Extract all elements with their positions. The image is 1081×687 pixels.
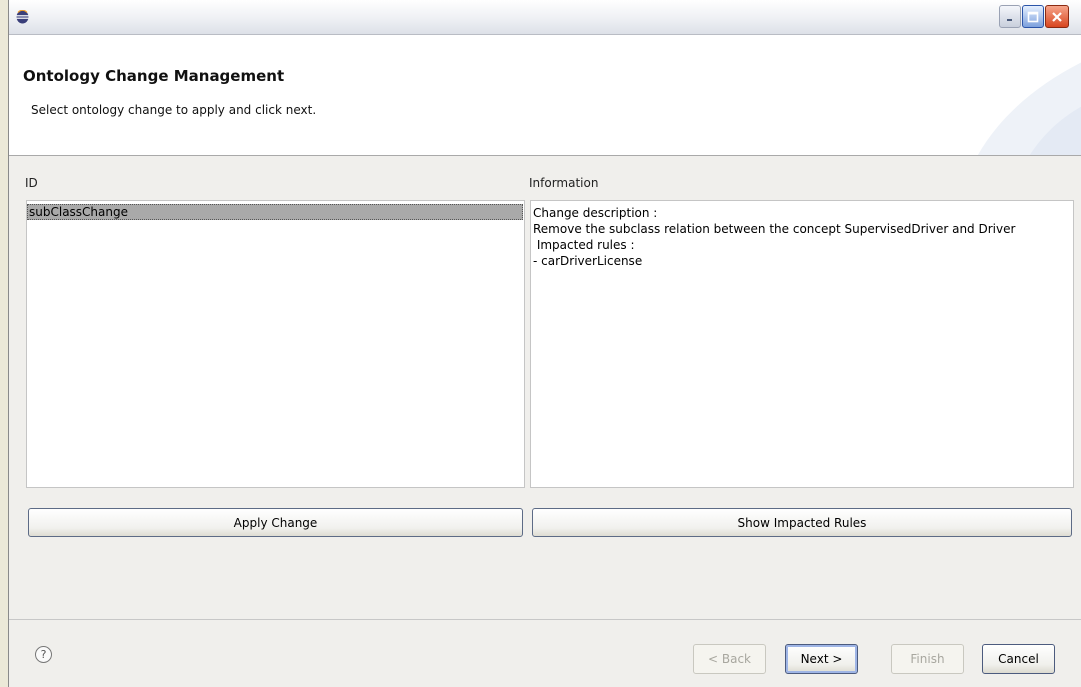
information-panel[interactable]: Change description : Remove the subclass… [530, 200, 1074, 488]
banner-decoration [977, 62, 1081, 155]
maximize-button[interactable] [1022, 5, 1044, 28]
apply-change-button[interactable]: Apply Change [28, 508, 523, 537]
cancel-button[interactable]: Cancel [982, 644, 1055, 674]
info-line-impacted-rules: Impacted rules : [533, 238, 635, 252]
footer-separator [9, 619, 1081, 620]
minimize-icon [1007, 18, 1012, 21]
show-impacted-rules-button[interactable]: Show Impacted Rules [532, 508, 1072, 537]
next-button[interactable]: Next > [785, 644, 858, 674]
minimize-button[interactable] [999, 5, 1021, 28]
id-column-label: ID [25, 176, 38, 190]
page-description: Select ontology change to apply and clic… [31, 103, 317, 117]
title-bar [9, 0, 1081, 35]
back-button[interactable]: < Back [693, 644, 766, 674]
info-line-change-description: Change description : [533, 206, 658, 220]
wizard-banner: Ontology Change Management Select ontolo… [9, 35, 1081, 156]
eclipse-icon [16, 10, 29, 24]
maximize-icon [1027, 11, 1039, 22]
info-line-description-text: Remove the subclass relation between the… [533, 222, 1016, 236]
close-icon [1052, 11, 1062, 22]
close-button[interactable] [1045, 5, 1069, 28]
info-line-rule-item: - carDriverLicense [533, 254, 643, 268]
finish-button[interactable]: Finish [891, 644, 964, 674]
info-column-label: Information [529, 176, 599, 190]
help-icon[interactable]: ? [35, 646, 52, 663]
page-title: Ontology Change Management [23, 67, 285, 85]
change-list[interactable]: subClassChange [26, 200, 525, 488]
wizard-window: Ontology Change Management Select ontolo… [8, 0, 1081, 687]
list-item[interactable]: subClassChange [27, 204, 523, 220]
